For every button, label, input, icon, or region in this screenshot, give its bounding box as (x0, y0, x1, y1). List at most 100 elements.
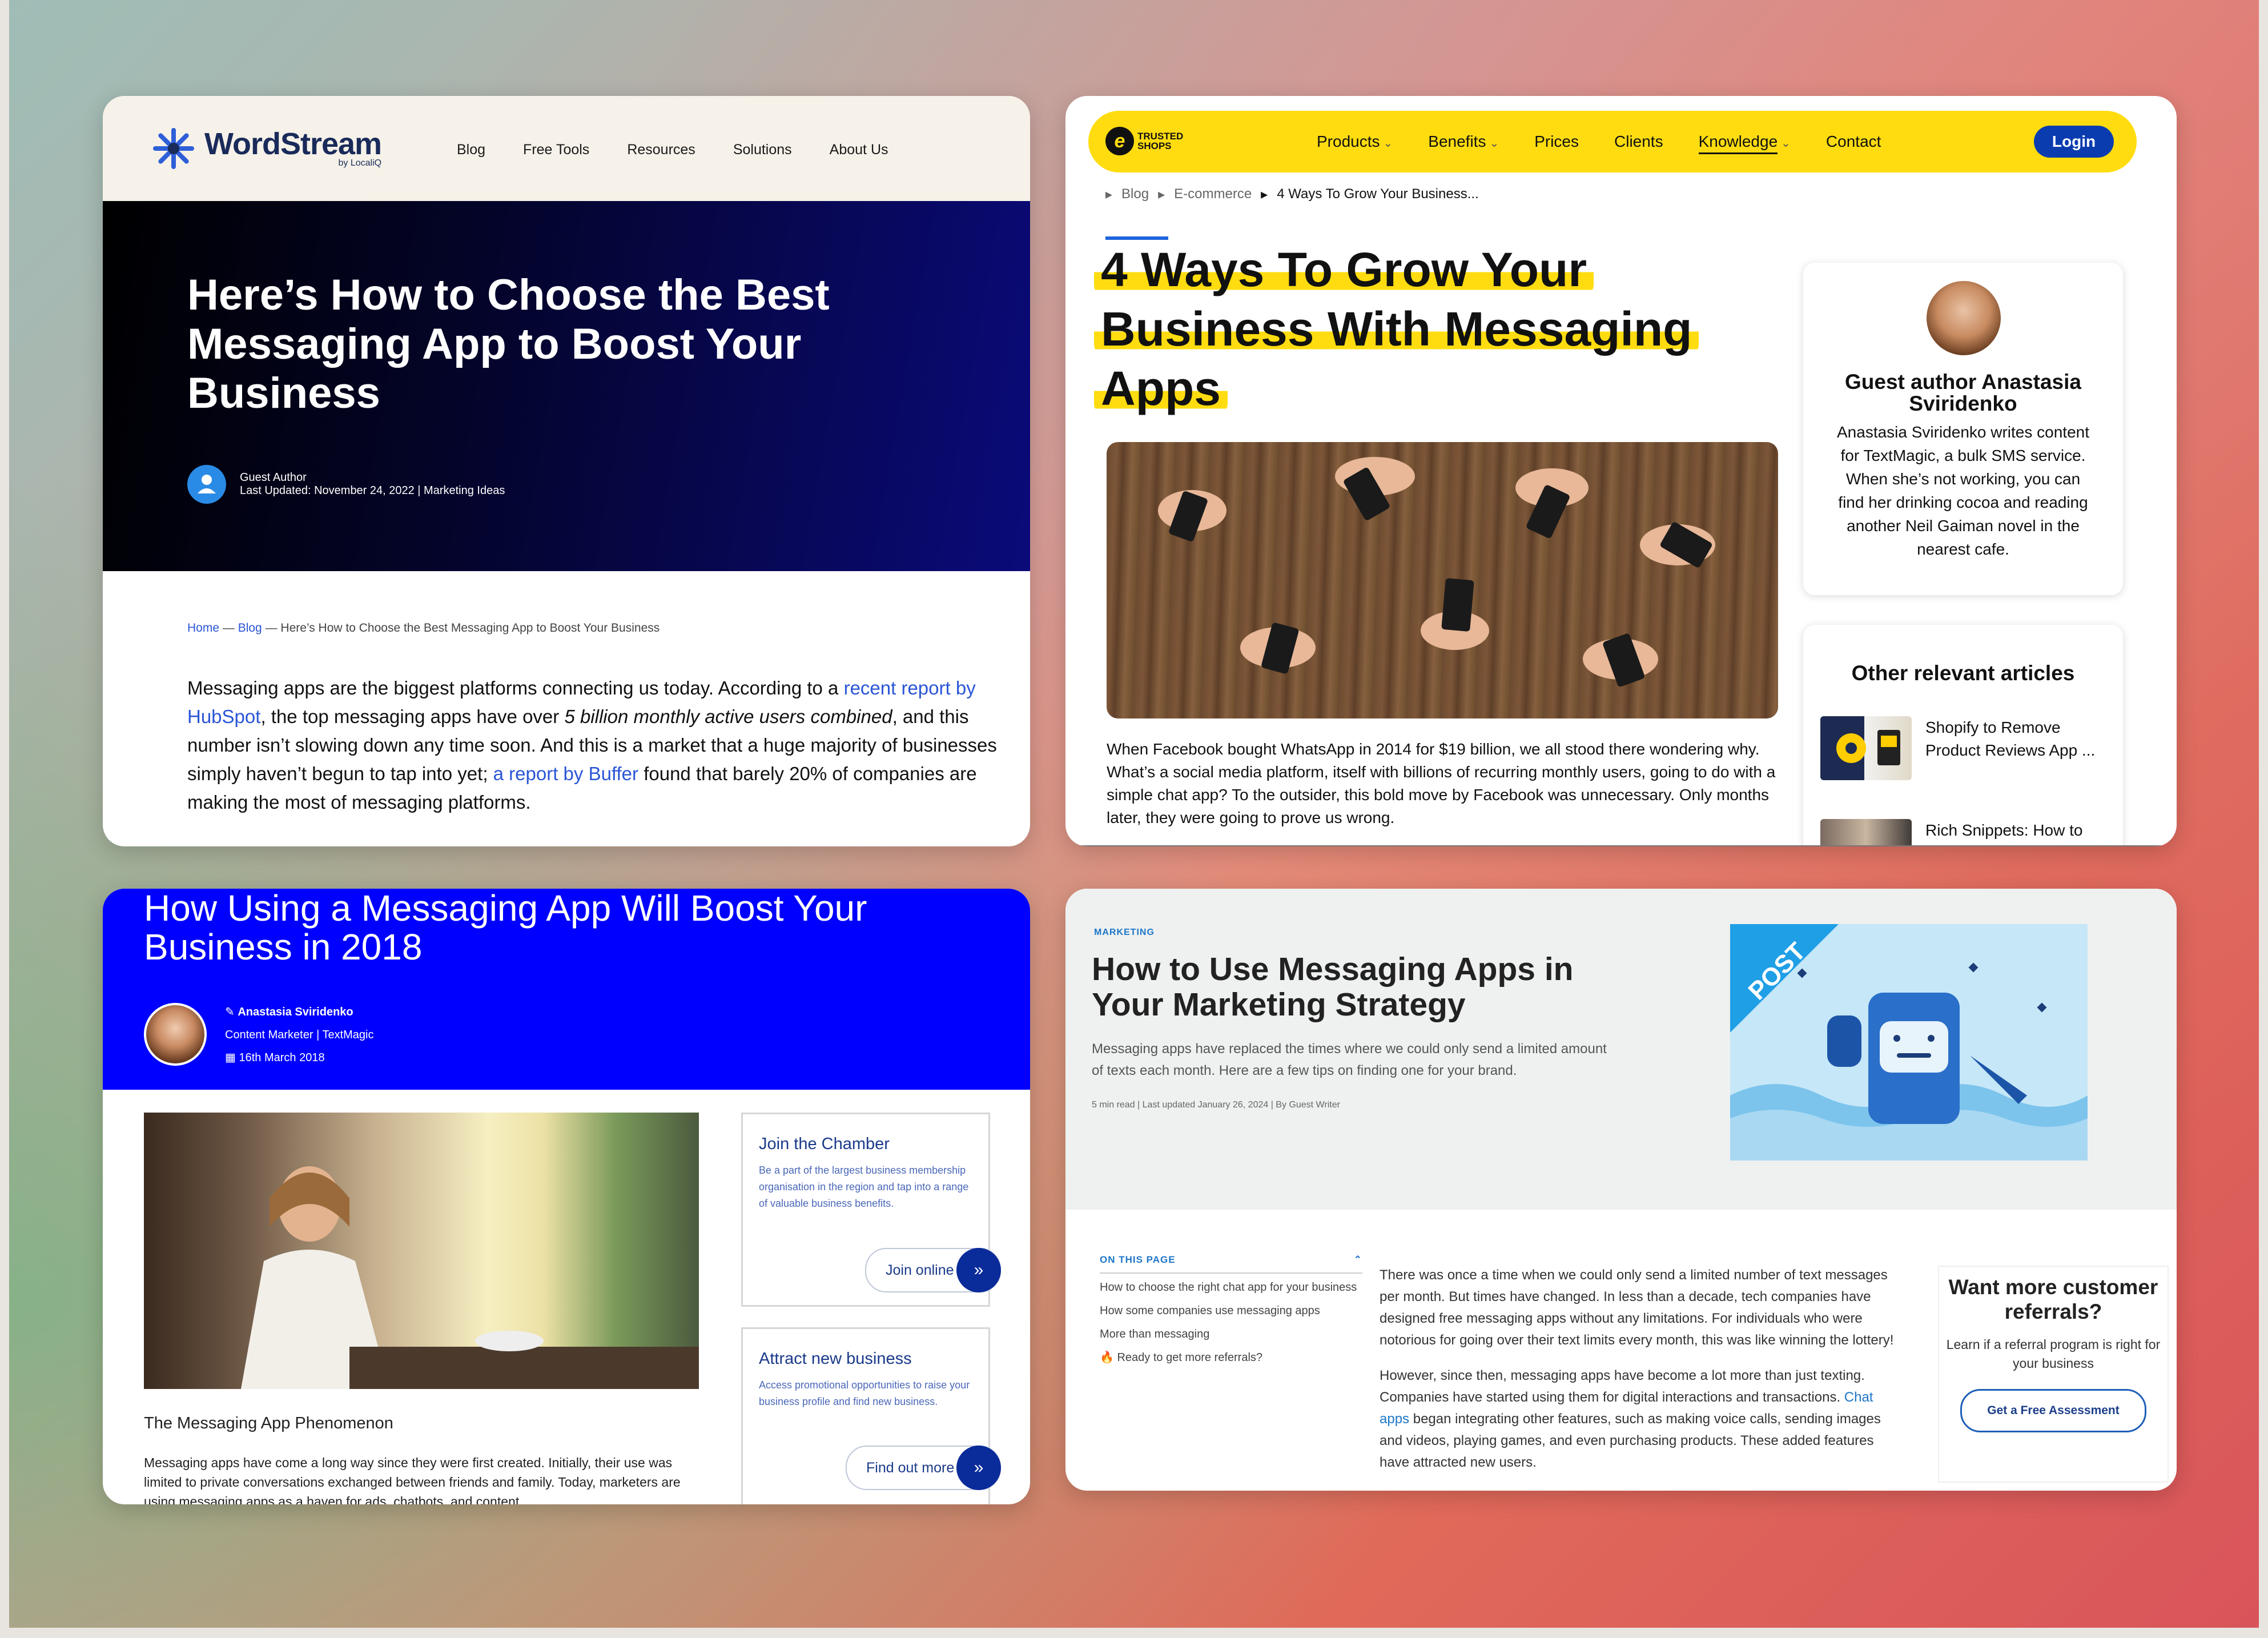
chevron-up-icon[interactable]: ⌃ (1354, 1254, 1362, 1266)
related-article-item[interactable]: Rich Snippets: How to (1820, 819, 2097, 846)
toc-item[interactable]: 🔥 Ready to get more referrals? (1100, 1348, 1362, 1367)
box-description: Be a part of the largest business member… (759, 1165, 969, 1209)
nav-benefits[interactable]: Benefits ⌄ (1428, 133, 1499, 151)
join-chamber-box: Join the Chamber Be a part of the larges… (741, 1113, 1001, 1307)
nav-label: Products (1317, 133, 1380, 150)
breadcrumb-separator: — (219, 621, 238, 635)
breadcrumb-current: Here’s How to Choose the Best Messaging … (280, 621, 660, 635)
author-name[interactable]: Guest author Anastasia Sviridenko (1815, 371, 2112, 415)
nav-knowledge[interactable]: Knowledge ⌄ (1698, 133, 1791, 154)
toc-item[interactable]: How some companies use messaging apps (1100, 1302, 1362, 1320)
title-line: Apps (1094, 362, 1228, 415)
section-body: Messaging apps have come a long way sinc… (144, 1455, 681, 1504)
table-of-contents: ON THIS PAGE ⌃ How to choose the right ch… (1100, 1254, 1362, 1367)
related-title: Other relevant articles (1851, 661, 2075, 685)
textmagic-card: How Using a Messaging App Will Boost You… (103, 889, 1030, 1504)
wordstream-logo-icon (153, 128, 194, 169)
nav-blog[interactable]: Blog (457, 142, 485, 158)
logo-line: TRUSTED (1137, 131, 1184, 142)
author-name[interactable]: Guest Author (240, 471, 505, 484)
nav-label: Knowledge (1698, 133, 1778, 154)
author-card: Guest author Anastasia Sviridenko Anasta… (1803, 263, 2123, 595)
nav-label: Benefits (1428, 133, 1486, 150)
trustedshops-logo-icon: e (1105, 127, 1134, 155)
breadcrumb-blog[interactable]: Blog (1121, 186, 1149, 203)
article-intro: Messaging apps are the biggest platforms… (187, 674, 998, 817)
title-line: 4 Ways To Grow Your (1094, 243, 1594, 296)
join-online-button[interactable]: Join online » (865, 1248, 1001, 1292)
paragraph-text: began integrating other features, such a… (1380, 1411, 1881, 1470)
wordstream-header: WordStream by LocaliQ Blog Free Tools Re… (103, 96, 1030, 201)
caret-right-icon: ▸ (1105, 187, 1113, 202)
textmagic-hero: How Using a Messaging App Will Boost You… (103, 889, 1030, 1090)
category-tag[interactable]: MARKETING (1094, 928, 1155, 938)
intro-text: , the top messaging apps have over (260, 706, 565, 727)
related-article-item[interactable]: Shopify to Remove Product Reviews App ..… (1820, 716, 2097, 780)
nav-products[interactable]: Products ⌄ (1317, 133, 1393, 151)
breadcrumb-separator: — (262, 621, 281, 635)
chevron-down-icon: ⌄ (1781, 137, 1791, 150)
trustedshops-logo[interactable]: e TRUSTED SHOPS (1105, 127, 1183, 155)
gradient-background: WordStream by LocaliQ Blog Free Tools Re… (9, 0, 2259, 1628)
breadcrumb-current: 4 Ways To Grow Your Business... (1277, 186, 1479, 202)
mailbox-illustration: POST (1730, 924, 2088, 1161)
author-avatar (144, 1003, 207, 1066)
nav-about-us[interactable]: About Us (830, 142, 888, 158)
breadcrumb-blog[interactable]: Blog (238, 621, 262, 635)
article-paragraph: However, since then, messaging apps have… (1380, 1365, 1899, 1474)
woman-with-phone-photo (144, 1113, 699, 1389)
article-paragraph: When Facebook bought WhatsApp in 2014 fo… (1107, 740, 1776, 826)
author-name[interactable]: Anastasia Sviridenko (238, 1006, 353, 1018)
breadcrumb: ▸ Blog ▸ E-commerce ▸ 4 Ways To Grow You… (1105, 186, 1479, 203)
box-title[interactable]: Join the Chamber (759, 1135, 890, 1154)
buffer-report-link[interactable]: a report by Buffer (493, 763, 638, 784)
button-label: Find out more (866, 1460, 955, 1476)
article-meta: 5 min read | Last updated January 26, 20… (1092, 1100, 1340, 1110)
double-chevron-right-icon: » (956, 1248, 1001, 1292)
chevron-down-icon: ⌄ (1383, 137, 1393, 150)
article-title: 4 Ways To Grow Your Business With Messag… (1094, 240, 1751, 418)
breadcrumb: Home — Blog — Here’s How to Choose the B… (187, 621, 660, 635)
trustedshops-navbar: e TRUSTED SHOPS Products ⌄ Benefits ⌄ Price… (1088, 111, 2137, 172)
referral-cta: Want more customer referrals? Learn if a… (1938, 1266, 2169, 1483)
breadcrumb-home[interactable]: Home (187, 621, 219, 635)
title-line: Business With Messaging (1094, 302, 1699, 356)
caret-right-icon: ▸ (1261, 187, 1268, 202)
article-thumbnail (1820, 716, 1912, 780)
wordstream-hero: Here’s How to Choose the Best Messaging … (103, 201, 1030, 571)
article-thumbnail (1820, 819, 1912, 846)
wordstream-logo[interactable]: WordStream by LocaliQ (151, 126, 382, 171)
box-title[interactable]: Attract new business (759, 1350, 912, 1368)
author-meta: ✎ Anastasia Sviridenko Content Marketer … (225, 1001, 374, 1069)
toc-item[interactable]: More than messaging (1100, 1325, 1362, 1344)
nav-solutions[interactable]: Solutions (733, 142, 792, 158)
article-subtitle: Messaging apps have replaced the times w… (1092, 1041, 1607, 1078)
related-article-title: Rich Snippets: How to (1925, 821, 2083, 839)
nav-prices[interactable]: Prices (1534, 133, 1579, 151)
chevron-down-icon: ⌄ (1489, 137, 1499, 150)
nav-free-tools[interactable]: Free Tools (523, 142, 589, 158)
intro-text: Messaging apps are the biggest platforms… (187, 677, 844, 698)
updated-date: Last Updated: November 24, 2022 | Market… (240, 484, 505, 497)
paragraph-text: However, since then, messaging apps have… (1380, 1368, 1865, 1405)
hands-with-phones-photo (1107, 442, 1778, 718)
nav-resources[interactable]: Resources (627, 142, 695, 158)
breadcrumb-ecommerce[interactable]: E-commerce (1174, 186, 1252, 203)
article-title: How Using a Messaging App Will Boost You… (144, 889, 867, 967)
author-role: Content Marketer | TextMagic (225, 1029, 374, 1041)
free-assessment-button[interactable]: Get a Free Assessment (1960, 1389, 2146, 1432)
nav-clients[interactable]: Clients (1614, 133, 1663, 151)
author-block: Guest Author Last Updated: November 24, … (187, 465, 505, 504)
trustedshops-card: e TRUSTED SHOPS Products ⌄ Benefits ⌄ Price… (1065, 96, 2177, 846)
cta-text: Learn if a referral program is right for… (1946, 1337, 2161, 1371)
divider (1065, 845, 2177, 846)
toc-item[interactable]: How to choose the right chat app for you… (1100, 1278, 1362, 1297)
wordstream-card: WordStream by LocaliQ Blog Free Tools Re… (103, 96, 1030, 846)
find-out-more-button[interactable]: Find out more » (846, 1446, 1001, 1490)
publish-date: 16th March 2018 (239, 1051, 325, 1064)
author-bio: Anastasia Sviridenko writes content for … (1837, 423, 2089, 558)
section-title: The Messaging App Phenomenon (144, 1414, 393, 1432)
button-label: Join online (886, 1262, 954, 1278)
login-button[interactable]: Login (2034, 126, 2114, 158)
nav-contact[interactable]: Contact (1826, 133, 1881, 151)
